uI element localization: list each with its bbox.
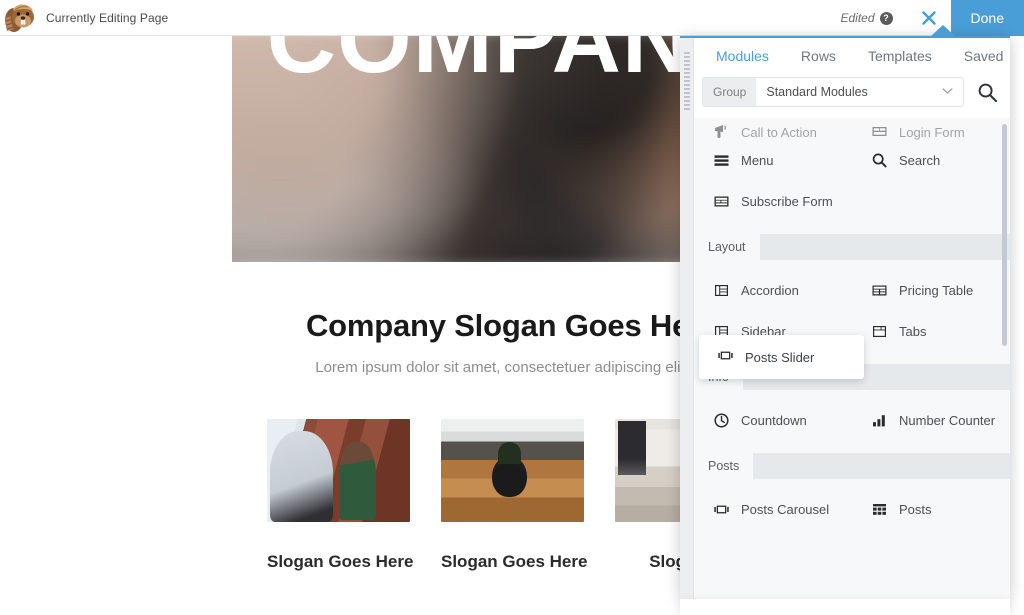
done-button[interactable]: Done bbox=[950, 0, 1024, 36]
panel-scrollbar[interactable] bbox=[1002, 124, 1007, 346]
module-section-info: Countdown Number Counter bbox=[694, 390, 1010, 453]
question-mark-icon[interactable]: ? bbox=[879, 11, 893, 25]
module-label: Call to Action bbox=[741, 125, 817, 140]
admin-bar: Currently Editing Page Edited ? Done bbox=[0, 0, 1024, 36]
module-label: Accordion bbox=[741, 283, 799, 298]
tab-templates[interactable]: Templates bbox=[852, 38, 948, 74]
group-select-value: Standard Modules bbox=[766, 85, 868, 99]
feature-caption: Slogan Goes Here bbox=[441, 552, 588, 571]
module-row: Menu Search bbox=[694, 140, 1010, 181]
clock-icon bbox=[712, 412, 730, 430]
module-row: Call to Action Login Form bbox=[694, 118, 1010, 140]
module-item-pricing-table[interactable]: Pricing Table bbox=[852, 270, 1010, 311]
section-title: Posts bbox=[694, 453, 754, 479]
panel-search-bar: Group Standard Modules bbox=[694, 74, 1010, 118]
feature-image-1 bbox=[267, 419, 410, 522]
group-select[interactable]: Group Standard Modules bbox=[702, 77, 964, 107]
panel-pointer-icon bbox=[930, 25, 956, 37]
module-item-countdown[interactable]: Countdown bbox=[694, 400, 852, 441]
module-section-standard: Call to Action Login Form Menu Search Su… bbox=[694, 118, 1010, 234]
drag-grip-icon bbox=[683, 52, 690, 112]
dragging-module-posts-slider[interactable]: Posts Slider bbox=[699, 335, 864, 379]
module-row: Subscribe Form bbox=[694, 181, 1010, 222]
section-header-layout: Layout bbox=[694, 234, 1010, 260]
module-label: Posts bbox=[899, 502, 932, 517]
panel-footer bbox=[680, 599, 1010, 615]
bar-chart-icon bbox=[870, 412, 888, 430]
module-label: Subscribe Form bbox=[741, 194, 833, 209]
posts-grid-icon bbox=[870, 501, 888, 519]
edited-label: Edited bbox=[840, 11, 875, 25]
panel-body: Modules Rows Templates Saved Group Stand… bbox=[694, 38, 1010, 599]
beaver-logo-icon[interactable] bbox=[4, 2, 38, 34]
panel-tabs: Modules Rows Templates Saved bbox=[694, 38, 1010, 74]
tab-modules[interactable]: Modules bbox=[700, 38, 785, 74]
module-label: Menu bbox=[741, 153, 774, 168]
module-label: Pricing Table bbox=[899, 283, 974, 298]
pricing-table-icon bbox=[870, 282, 888, 300]
module-item-menu[interactable]: Menu bbox=[694, 140, 852, 181]
login-form-icon bbox=[870, 122, 888, 140]
module-item-call-to-action[interactable]: Call to Action bbox=[694, 118, 852, 140]
editing-page-title: Currently Editing Page bbox=[46, 10, 169, 25]
module-item-tabs[interactable]: Tabs bbox=[852, 311, 1010, 352]
tabs-icon bbox=[870, 323, 888, 341]
chevron-down-icon bbox=[942, 86, 963, 98]
feature-caption: Slogan Goes Here bbox=[267, 552, 414, 571]
module-item-search[interactable]: Search bbox=[852, 140, 1010, 181]
module-item-subscribe-form[interactable]: Subscribe Form bbox=[694, 181, 852, 222]
panel-drag-handle[interactable] bbox=[680, 38, 694, 599]
module-section-posts: Posts Carousel Posts bbox=[694, 479, 1010, 556]
search-icon[interactable] bbox=[972, 77, 1002, 107]
module-label: Posts Carousel bbox=[741, 502, 830, 517]
module-row: Countdown Number Counter bbox=[694, 400, 1010, 441]
module-item-accordion[interactable]: Accordion bbox=[694, 270, 852, 311]
call-to-action-icon bbox=[712, 122, 730, 140]
group-select-label: Group bbox=[703, 78, 757, 106]
module-item-posts[interactable]: Posts bbox=[852, 489, 1010, 530]
section-title: Layout bbox=[694, 234, 760, 260]
module-item-login-form[interactable]: Login Form bbox=[852, 118, 1010, 140]
section-header-posts: Posts bbox=[694, 453, 1010, 479]
module-label: Posts Slider bbox=[745, 349, 815, 365]
tab-rows[interactable]: Rows bbox=[785, 38, 852, 74]
module-item-posts-carousel[interactable]: Posts Carousel bbox=[694, 489, 852, 530]
menu-hamburger-icon bbox=[712, 152, 730, 170]
module-label: Countdown bbox=[741, 413, 807, 428]
editor-root: Currently Editing Page Edited ? Done COM… bbox=[0, 0, 1024, 615]
subscribe-form-icon bbox=[712, 193, 730, 211]
modules-panel: Modules Rows Templates Saved Group Stand… bbox=[680, 36, 1010, 599]
module-row: Accordion Pricing Table bbox=[694, 270, 1010, 311]
module-item-empty bbox=[852, 181, 1010, 222]
module-row: Posts Carousel Posts bbox=[694, 489, 1010, 530]
tab-saved[interactable]: Saved bbox=[948, 38, 1010, 74]
search-icon bbox=[870, 152, 888, 170]
modules-list[interactable]: Call to Action Login Form Menu Search Su… bbox=[694, 118, 1010, 599]
carousel-icon bbox=[717, 347, 734, 367]
edited-status: Edited ? bbox=[841, 11, 893, 25]
module-item-number-counter[interactable]: Number Counter bbox=[852, 400, 1010, 441]
module-label: Login Form bbox=[899, 125, 965, 140]
module-label: Number Counter bbox=[899, 413, 996, 428]
module-label: Search bbox=[899, 153, 941, 168]
module-label: Tabs bbox=[899, 324, 927, 339]
carousel-icon bbox=[712, 501, 730, 519]
accordion-icon bbox=[712, 282, 730, 300]
feature-image-2 bbox=[441, 419, 584, 522]
